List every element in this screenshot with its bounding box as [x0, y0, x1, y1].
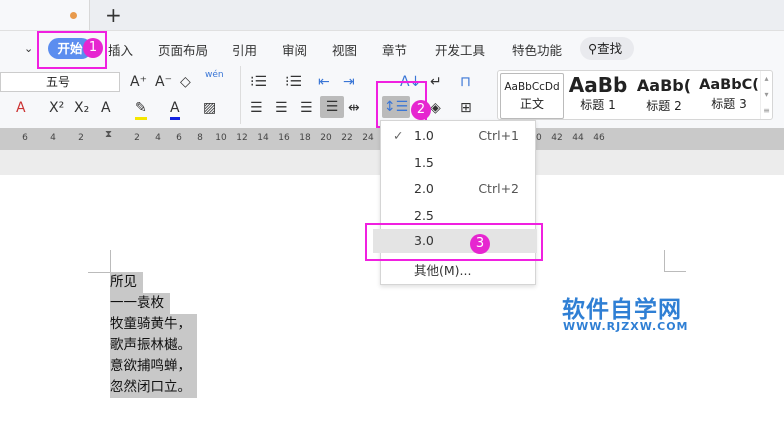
- borders-icon[interactable]: ⊞: [460, 99, 472, 117]
- style-heading-1[interactable]: AaBb 标题 1: [566, 73, 630, 119]
- poem-line: 牧童骑黄牛，: [110, 314, 197, 335]
- font-size-select[interactable]: 五号: [0, 72, 120, 92]
- tab-references[interactable]: 引用: [232, 40, 257, 59]
- ruler-tick-label: 18: [299, 133, 311, 143]
- margin-corner: [110, 250, 111, 272]
- ruler-tick-label: 20: [320, 133, 332, 143]
- annotation-badge-3: 3: [470, 234, 490, 254]
- ruler-icon[interactable]: ⊓: [460, 73, 471, 91]
- menu-item-1-0[interactable]: ✓ 1.0 Ctrl+1: [381, 124, 535, 148]
- indent-marker-icon[interactable]: ⧗: [105, 129, 115, 151]
- unsaved-dot-icon: [70, 12, 77, 19]
- style-gallery: AaBbCcDd 正文 AaBb 标题 1 AaBb(标题 2 AaBbC(标题 3…: [497, 70, 773, 120]
- tab-insert[interactable]: 插入: [108, 40, 133, 59]
- ruler-tick-label: 2: [134, 133, 140, 143]
- ruler-tick-label: 6: [176, 133, 182, 143]
- distribute-icon[interactable]: ⇹: [348, 99, 360, 117]
- text-effect-icon[interactable]: A: [101, 99, 111, 117]
- style-heading-2[interactable]: AaBb(标题 2: [632, 73, 696, 119]
- poem-line: 意欲捕鸣蝉，: [110, 356, 197, 377]
- customize-chevron-icon[interactable]: ⌄: [24, 40, 33, 58]
- pinyin-icon[interactable]: wén: [205, 70, 224, 80]
- watermark-title: 软件自学网: [562, 297, 682, 323]
- divider: [240, 66, 241, 124]
- margin-corner: [664, 250, 665, 272]
- ruler-tick-label: 6: [22, 133, 28, 143]
- selected-poem[interactable]: 所见 一一袁枚 牧童骑黄牛， 歌声振林樾。 意欲捕鸣蝉， 忽然闭口立。: [110, 272, 197, 398]
- search-button[interactable]: ⚲查找: [580, 37, 634, 60]
- tab-developer[interactable]: 开发工具: [435, 40, 485, 59]
- gallery-scroll-icon[interactable]: ▴ ▾ ≡: [760, 71, 772, 119]
- align-left-icon[interactable]: ☰: [250, 99, 263, 117]
- numbered-list-icon[interactable]: ⁝☰: [285, 73, 302, 91]
- ruler-tick-label: 46: [593, 133, 605, 143]
- annotation-badge-1: 1: [83, 38, 103, 58]
- annotation-box-3: [365, 223, 543, 261]
- justify-button[interactable]: ☰: [320, 96, 344, 118]
- ruler-tick-label: 2: [78, 133, 84, 143]
- bullet-list-icon[interactable]: ⁝☰: [250, 73, 267, 91]
- poem-line: 一一袁枚: [110, 293, 170, 314]
- tab-view[interactable]: 视图: [332, 40, 357, 59]
- char-shading-icon[interactable]: ▨: [203, 99, 216, 117]
- watermark-url: WWW.RJZXW.COM: [563, 320, 689, 333]
- subscript-icon[interactable]: X₂: [74, 99, 89, 117]
- menu-item-2-0[interactable]: 2.0 Ctrl+2: [381, 177, 535, 201]
- font-color-icon[interactable]: A: [170, 99, 180, 120]
- highlight-icon[interactable]: ✎: [135, 99, 147, 120]
- superscript-icon[interactable]: X²: [49, 99, 64, 117]
- font-color-a-icon[interactable]: A: [16, 99, 26, 117]
- poem-line: 忽然闭口立。: [110, 377, 197, 398]
- poem-line: 所见: [110, 272, 143, 293]
- align-right-icon[interactable]: ☰: [300, 99, 313, 117]
- new-tab-button[interactable]: +: [105, 3, 122, 27]
- ruler-tick-label: 8: [197, 133, 203, 143]
- ruler-tick-label: 14: [257, 133, 269, 143]
- annotation-badge-2: 2: [411, 100, 431, 120]
- search-icon: ⚲: [588, 41, 598, 56]
- tab-page-layout[interactable]: 页面布局: [158, 40, 208, 59]
- tab-icon[interactable]: ↵: [430, 73, 442, 91]
- shading-icon[interactable]: ◈: [430, 99, 441, 117]
- style-normal[interactable]: AaBbCcDd 正文: [500, 73, 564, 119]
- align-center-icon[interactable]: ☰: [275, 99, 288, 117]
- ruler-tick-label: 16: [278, 133, 290, 143]
- ruler-tick-label: 10: [215, 133, 227, 143]
- ruler-tick-label: 24: [362, 133, 374, 143]
- poem-line: 歌声振林樾。: [110, 335, 197, 356]
- ruler-tick-label: 4: [155, 133, 161, 143]
- tab-review[interactable]: 审阅: [282, 40, 307, 59]
- ruler-tick-label: 42: [551, 133, 563, 143]
- ruler-tick-label: 22: [341, 133, 353, 143]
- ruler-tick-label: 12: [236, 133, 248, 143]
- ruler-tick-label: 44: [572, 133, 584, 143]
- menu-item-other[interactable]: 其他(M)...: [381, 259, 535, 283]
- clear-format-icon[interactable]: ◇: [180, 73, 191, 91]
- tab-features[interactable]: 特色功能: [512, 40, 562, 59]
- shrink-font-icon[interactable]: A⁻: [155, 73, 172, 91]
- grow-font-icon[interactable]: A⁺: [130, 73, 147, 91]
- ruler-tick-label: 4: [50, 133, 56, 143]
- check-icon: ✓: [393, 128, 404, 143]
- margin-corner: [88, 272, 110, 273]
- tab-section[interactable]: 章节: [382, 40, 407, 59]
- menu-item-1-5[interactable]: 1.5: [381, 151, 535, 175]
- margin-corner: [664, 271, 686, 272]
- increase-indent-icon[interactable]: ⇥: [343, 73, 355, 91]
- style-heading-3[interactable]: AaBbC(标题 3: [698, 73, 760, 119]
- decrease-indent-icon[interactable]: ⇤: [318, 73, 330, 91]
